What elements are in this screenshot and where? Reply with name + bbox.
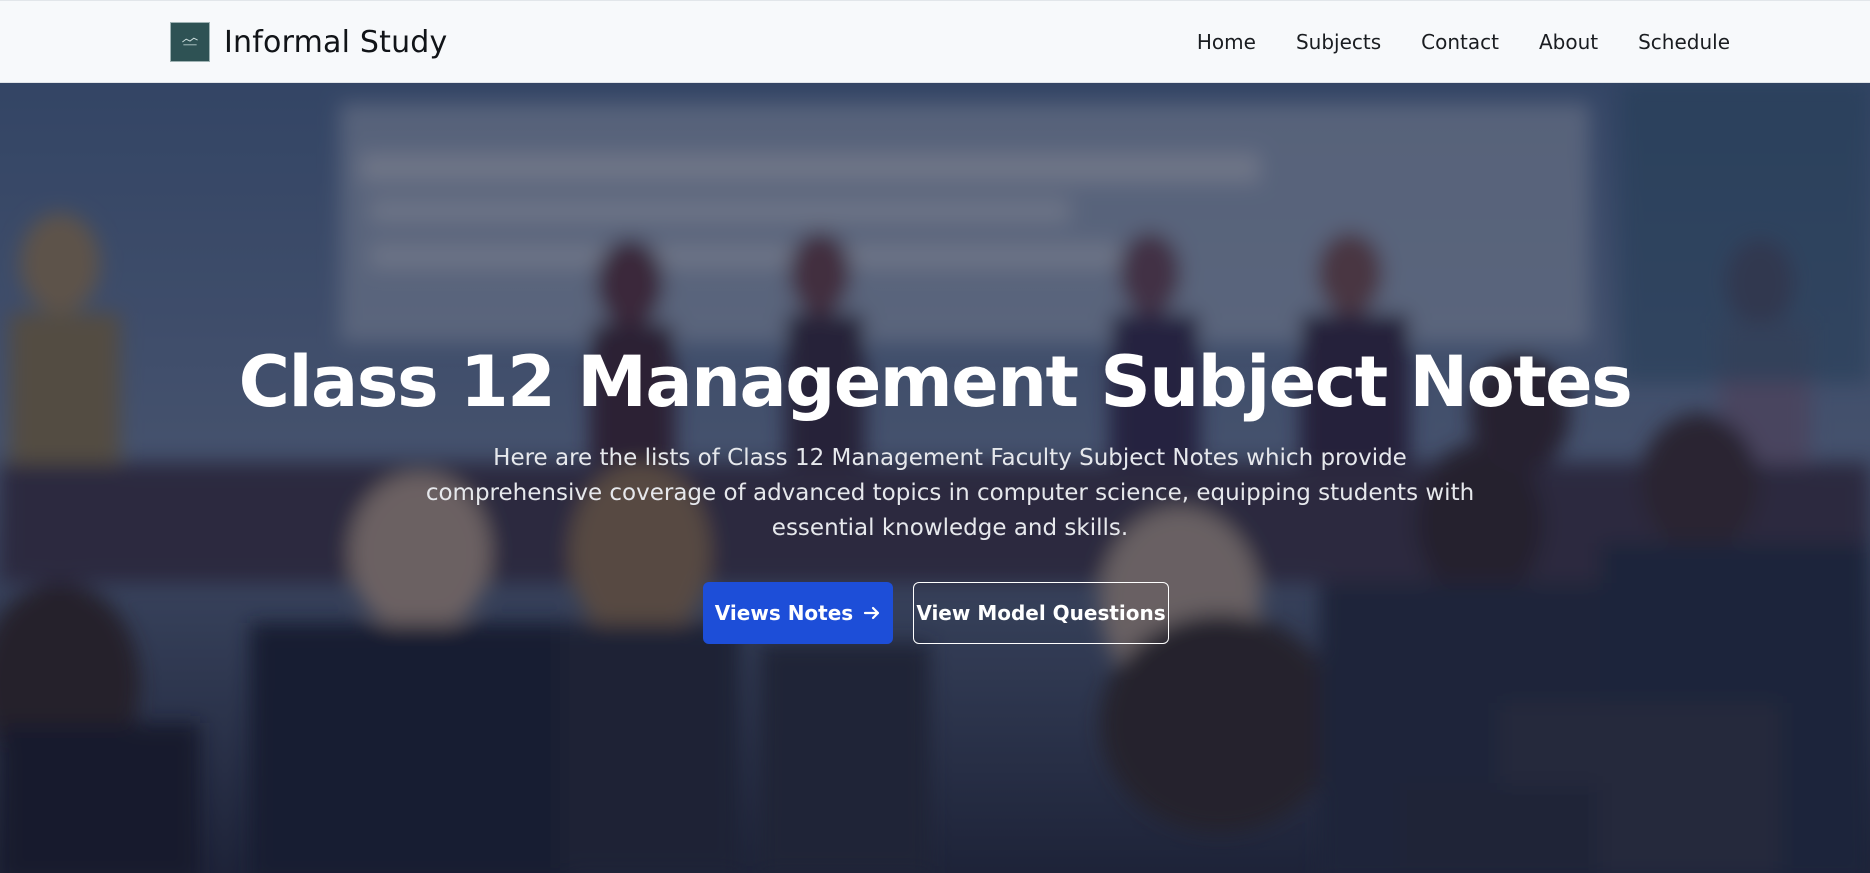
hero-section: Class 12 Management Subject Notes Here a… [0, 83, 1870, 873]
nav-subjects[interactable]: Subjects [1296, 30, 1381, 54]
view-notes-button[interactable]: Views Notes [703, 582, 893, 644]
arrow-right-icon [863, 604, 881, 622]
hero-description: Here are the lists of Class 12 Managemen… [425, 445, 1475, 541]
nav-home[interactable]: Home [1197, 30, 1256, 54]
hero-title: Class 12 Management Subject Notes [238, 341, 1633, 423]
view-model-questions-button[interactable]: View Model Questions [913, 582, 1169, 644]
main-nav: Home Subjects Contact About Schedule [1197, 30, 1730, 54]
view-model-questions-label: View Model Questions [916, 601, 1166, 625]
view-notes-label: Views Notes [714, 601, 854, 625]
brand[interactable]: Informal Study [170, 22, 447, 62]
nav-schedule[interactable]: Schedule [1638, 30, 1730, 54]
nav-contact[interactable]: Contact [1421, 30, 1499, 54]
brand-name: Informal Study [224, 24, 448, 60]
hero-actions: Views Notes View Model Questions [0, 582, 1870, 644]
logo-icon [170, 22, 210, 62]
site-header: Informal Study Home Subjects Contact Abo… [0, 0, 1870, 83]
nav-about[interactable]: About [1539, 30, 1598, 54]
